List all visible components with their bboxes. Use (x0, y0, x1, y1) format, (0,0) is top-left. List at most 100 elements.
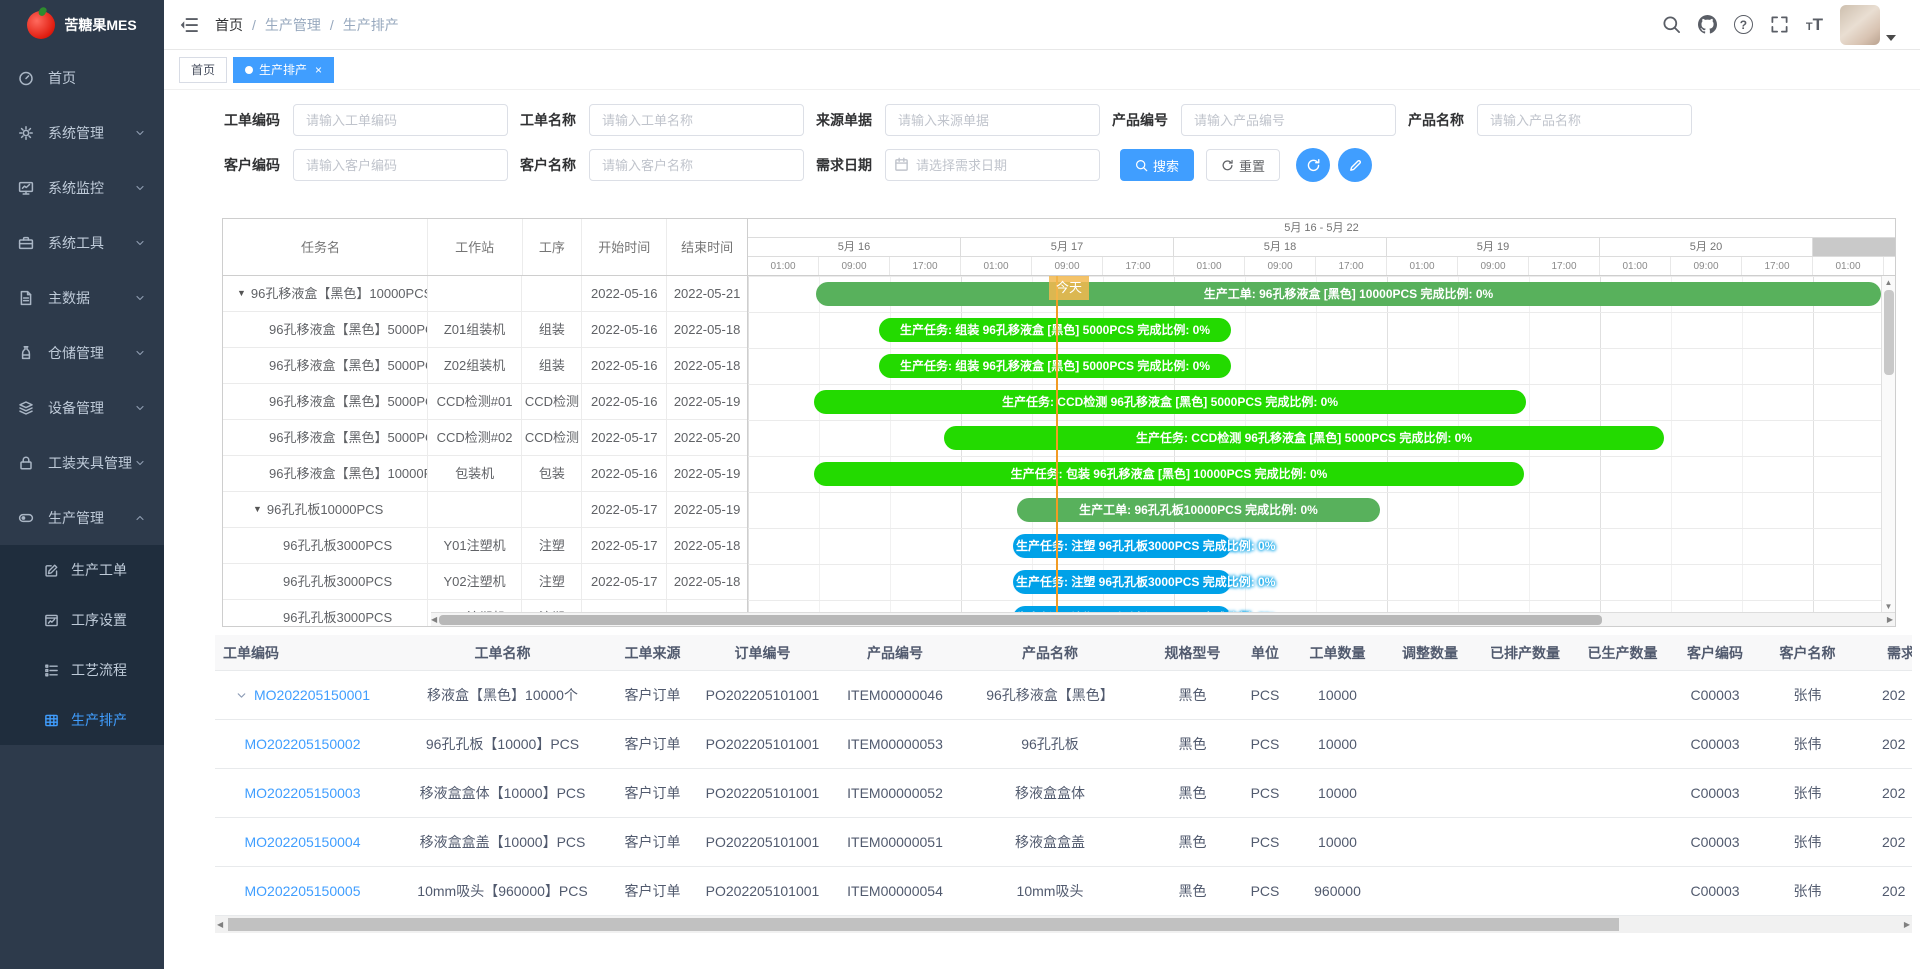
work-order-link[interactable]: MO202205150003 (245, 785, 361, 801)
work-order-link[interactable]: MO202205150002 (245, 736, 361, 752)
app-logo[interactable]: 苦糖果MES (0, 0, 164, 50)
top-navbar: 首页 / 生产管理 / 生产排产 ? TT (164, 0, 1920, 50)
sidebar-item-system-tools[interactable]: 系统工具 (0, 215, 164, 270)
source-doc-input[interactable] (885, 104, 1100, 136)
work-order-code-input[interactable] (293, 104, 508, 136)
sidebar-collapse-icon[interactable] (179, 15, 199, 35)
tab-close-icon[interactable]: × (315, 63, 322, 77)
sidebar-menu: 首页 系统管理 系统监控 系统工具 主数据 (0, 50, 164, 969)
help-icon[interactable]: ? (1734, 15, 1753, 34)
work-order-link[interactable]: MO202205150001 (254, 687, 370, 703)
reset-button[interactable]: 重置 (1206, 149, 1280, 181)
scroll-right-icon[interactable]: ▶ (1904, 918, 1910, 932)
gantt-bar-task[interactable]: 生产任务: 包装 96孔移液盒 [黑色] 10000PCS 完成比例: 0% (814, 462, 1524, 486)
sidebar-item-label: 工序设置 (71, 610, 127, 630)
sidebar-item-system-monitor[interactable]: 系统监控 (0, 160, 164, 215)
tab-home[interactable]: 首页 (179, 57, 227, 83)
task-name: 96孔孔板10000PCS (267, 492, 383, 527)
tab-production-scheduling[interactable]: 生产排产 × (233, 57, 334, 83)
gantt-bar-order[interactable]: 生产工单: 96孔移液盒 [黑色] 10000PCS 完成比例: 0% (816, 282, 1881, 306)
col-header: 调整数量 (1385, 643, 1475, 663)
sidebar-item-process-flow[interactable]: 工艺流程 (0, 645, 164, 695)
scrollbar-thumb[interactable] (439, 615, 1602, 625)
gantt-row[interactable]: 96孔移液盒【黑色】5000PCS CCD检测#01 CCD检测 2022-05… (223, 384, 747, 420)
gantt-bar-task[interactable]: 生产任务: 注塑 96孔孔板3000PCS 完成比例: 0% (1013, 570, 1231, 594)
user-menu[interactable] (1840, 5, 1896, 45)
demand-date-input[interactable] (885, 149, 1100, 181)
customer-code-input[interactable] (293, 149, 508, 181)
sidebar-item-warehouse[interactable]: 仓储管理 (0, 325, 164, 380)
customer-name-input[interactable] (589, 149, 804, 181)
chevron-down-icon (134, 457, 146, 469)
gantt-horizontal-scrollbar[interactable]: ◀ ▶ (431, 612, 1895, 626)
collapse-triangle-icon[interactable]: ▼ (253, 492, 262, 527)
col-start-time: 开始时间 (582, 219, 667, 275)
gantt-bar-task[interactable]: 生产任务: 组装 96孔移液盒 [黑色] 5000PCS 完成比例: 0% (879, 318, 1231, 342)
edit-round-button[interactable] (1338, 148, 1372, 182)
gantt-row[interactable]: 96孔移液盒【黑色】5000PCS CCD检测#02 CCD检测 2022-05… (223, 420, 747, 456)
collapse-triangle-icon[interactable]: ▼ (237, 276, 246, 311)
fullscreen-icon[interactable] (1770, 15, 1789, 34)
gantt-row[interactable]: 96孔孔板3000PCS Y01注塑机 注塑 2022-05-17 2022-0… (223, 528, 747, 564)
gantt-bar-task[interactable]: 生产任务: 组装 96孔移液盒 [黑色] 5000PCS 完成比例: 0% (879, 354, 1231, 378)
table-row: MO202205150004 移液盒盒盖【10000】PCS 客户订单 PO20… (215, 818, 1912, 867)
work-order-link[interactable]: MO202205150004 (245, 834, 361, 850)
font-size-icon[interactable]: TT (1806, 16, 1823, 33)
sidebar-item-home[interactable]: 首页 (0, 50, 164, 105)
sidebar-item-fixtures[interactable]: 工装夹具管理 (0, 435, 164, 490)
sidebar-item-master-data[interactable]: 主数据 (0, 270, 164, 325)
search-icon[interactable] (1662, 15, 1681, 34)
product-name-input[interactable] (1477, 104, 1692, 136)
gantt-row[interactable]: 96孔移液盒【黑色】5000PCS Z01组装机 组装 2022-05-16 2… (223, 312, 747, 348)
refresh-round-button[interactable] (1296, 148, 1330, 182)
navbar-actions: ? TT (1662, 5, 1896, 45)
breadcrumb-section[interactable]: 生产管理 (265, 15, 321, 35)
refresh-icon (1221, 159, 1234, 172)
day-cell: 5月 16 (748, 238, 961, 256)
scroll-left-icon[interactable]: ◀ (217, 918, 223, 932)
app-title: 苦糖果MES (64, 15, 136, 35)
document-icon (18, 290, 34, 306)
today-line (1056, 276, 1058, 614)
scrollbar-thumb[interactable] (228, 918, 1619, 931)
gantt-row[interactable]: ▼96孔移液盒【黑色】10000PCS 2022-05-16 2022-05-2… (223, 276, 747, 312)
task-name: 96孔移液盒【黑色】5000PCS (269, 312, 428, 347)
task-name: 96孔移液盒【黑色】5000PCS (269, 348, 428, 383)
gantt-row[interactable]: 96孔孔板3000PCS Y02注塑机 注塑 2022-05-17 2022-0… (223, 564, 747, 600)
scroll-up-icon[interactable]: ▲ (1885, 276, 1893, 290)
expand-chevron-icon[interactable] (235, 689, 248, 702)
github-icon[interactable] (1698, 15, 1717, 34)
search-button[interactable]: 搜索 (1120, 149, 1194, 181)
gantt-bar-task[interactable]: 生产任务: CCD检测 96孔移液盒 [黑色] 5000PCS 完成比例: 0% (814, 390, 1526, 414)
gantt-vertical-scrollbar[interactable]: ▲ ▼ (1881, 276, 1895, 614)
sidebar-item-label: 系统管理 (48, 123, 104, 143)
filter-label: 客户编码 (224, 155, 280, 175)
breadcrumb-home[interactable]: 首页 (215, 15, 243, 35)
work-order-link[interactable]: MO202205150005 (245, 883, 361, 899)
gantt-bar-order[interactable]: 生产工单: 96孔孔板10000PCS 完成比例: 0% (1017, 498, 1380, 522)
table-horizontal-scrollbar[interactable]: ◀ ▶ (215, 916, 1912, 933)
scroll-left-icon[interactable]: ◀ (431, 613, 437, 627)
gantt-row[interactable]: ▼96孔孔板10000PCS 2022-05-17 2022-05-19 (223, 492, 747, 528)
caret-down-icon (1886, 35, 1896, 41)
list-icon (44, 663, 59, 678)
product-code-input[interactable] (1181, 104, 1396, 136)
gantt-row[interactable]: 96孔移液盒【黑色】10000PCS 包装机 包装 2022-05-16 202… (223, 456, 747, 492)
sidebar-item-production-scheduling[interactable]: 生产排产 (0, 695, 164, 745)
toggle-icon (18, 510, 34, 526)
gantt-bar-task[interactable]: 生产任务: CCD检测 96孔移液盒 [黑色] 5000PCS 完成比例: 0% (944, 426, 1664, 450)
sidebar-item-production-mgmt[interactable]: 生产管理 (0, 490, 164, 545)
table-row: MO202205150001 移液盒【黑色】10000个 客户订单 PO2022… (215, 671, 1912, 720)
gantt-row[interactable]: 96孔移液盒【黑色】5000PCS Z02组装机 组装 2022-05-16 2… (223, 348, 747, 384)
sidebar-item-process-setting[interactable]: 工序设置 (0, 595, 164, 645)
sidebar-item-system-mgmt[interactable]: 系统管理 (0, 105, 164, 160)
sidebar-item-equipment[interactable]: 设备管理 (0, 380, 164, 435)
work-order-name-input[interactable] (589, 104, 804, 136)
avatar[interactable] (1840, 5, 1880, 45)
scroll-right-icon[interactable]: ▶ (1887, 613, 1893, 627)
scrollbar-thumb[interactable] (1884, 290, 1894, 375)
tab-label: 首页 (191, 61, 215, 78)
gantt-bar-task[interactable]: 生产任务: 注塑 96孔孔板3000PCS 完成比例: 0% (1013, 534, 1231, 558)
col-process: 工序 (523, 219, 583, 275)
sidebar-item-production-order[interactable]: 生产工单 (0, 545, 164, 595)
